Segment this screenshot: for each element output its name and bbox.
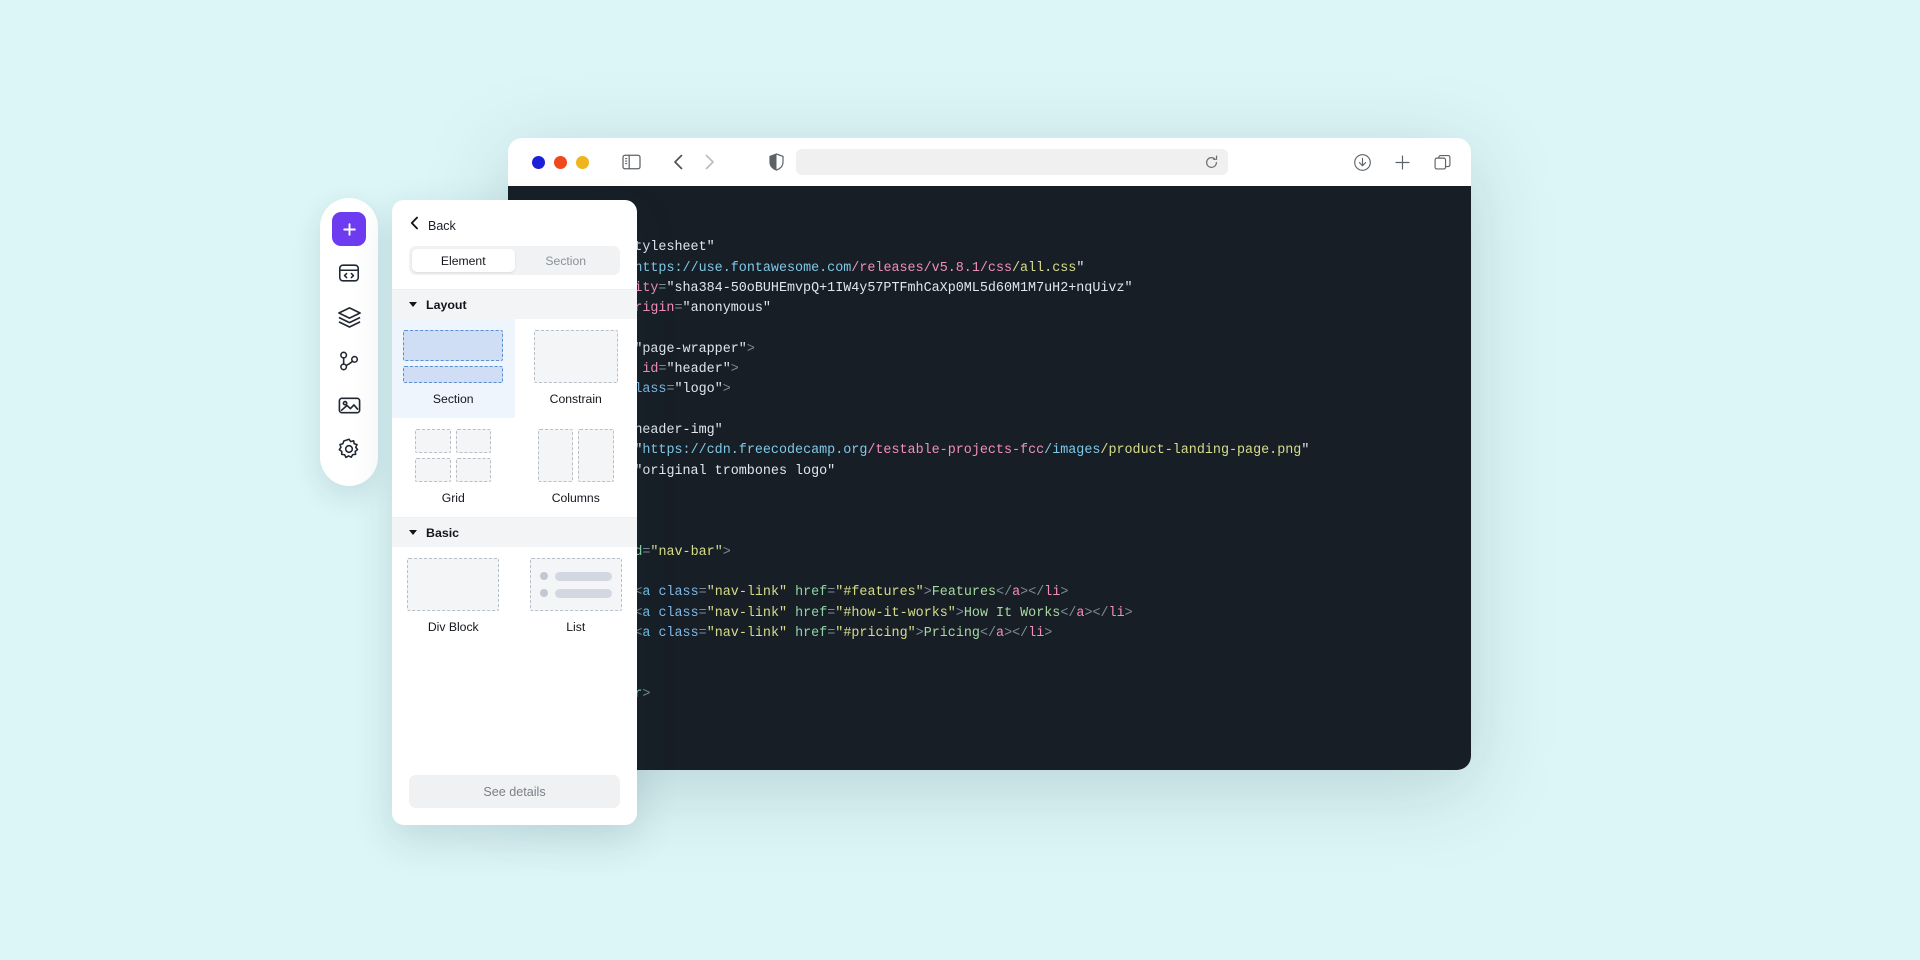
layout-tile-grid: Section Constrain Grid [392, 319, 637, 517]
sidebar-toggle-icon[interactable] [622, 154, 641, 170]
inspector-panel: Back Element Section Layout Section [392, 200, 637, 825]
image-icon[interactable] [332, 388, 366, 422]
tile-label: Grid [442, 491, 465, 505]
code-window-icon[interactable] [332, 256, 366, 290]
tile-list[interactable]: List [515, 547, 638, 646]
section-thumb-icon [403, 330, 503, 383]
tile-section[interactable]: Section [392, 319, 515, 418]
tile-label: Columns [552, 491, 600, 505]
code-line: 8 <header id="header"> [508, 362, 1471, 382]
code-line: 21 <li><a class="nav-link" href="#pricin… [508, 626, 1471, 646]
nodes-icon[interactable] [332, 344, 366, 378]
code-line: 17 <nav id="nav-bar"> [508, 545, 1471, 565]
code-scroll-area[interactable]: 1<link 2 rel="stylesheet" 3 href="https:… [508, 186, 1471, 770]
grid-thumb-icon [403, 429, 503, 482]
shield-icon[interactable] [769, 153, 784, 171]
tile-constrain[interactable]: Constrain [515, 319, 638, 418]
nav-back-icon[interactable] [672, 153, 685, 171]
code-line: 24 </header> [508, 687, 1471, 707]
window-minimize-button[interactable] [554, 156, 567, 169]
see-details-button[interactable]: See details [409, 775, 620, 808]
downloads-icon[interactable] [1353, 153, 1372, 172]
tab-element[interactable]: Element [412, 249, 515, 272]
code-line: 10 <img [508, 403, 1471, 423]
tile-label: List [566, 620, 585, 634]
basic-tile-grid: Div Block List [392, 547, 637, 646]
tile-label: Section [433, 392, 474, 406]
code-line: 6/> [508, 321, 1471, 341]
tile-grid[interactable]: Grid [392, 418, 515, 517]
code-line-content: <li><a class="nav-link" href="#features"… [570, 585, 1068, 600]
code-line: 16 [508, 524, 1471, 544]
window-close-button[interactable] [532, 156, 545, 169]
group-header-basic[interactable]: Basic [392, 517, 637, 547]
group-title-basic: Basic [426, 526, 459, 540]
url-bar[interactable] [796, 149, 1228, 175]
group-title-layout: Layout [426, 298, 467, 312]
browser-toolbar [508, 138, 1471, 186]
div-block-thumb-icon [403, 558, 503, 611]
code-line: 1<link [508, 220, 1471, 240]
code-line: 13 alt="original trombones logo" [508, 464, 1471, 484]
code-line: 14 /> [508, 484, 1471, 504]
window-traffic-lights [532, 156, 589, 169]
code-line: 2 rel="stylesheet" [508, 240, 1471, 260]
nav-forward-icon[interactable] [703, 153, 716, 171]
tab-section[interactable]: Section [515, 249, 618, 272]
code-line: 23 </nav> [508, 667, 1471, 687]
browser-window: 1<link 2 rel="stylesheet" 3 href="https:… [508, 138, 1471, 770]
add-element-icon[interactable] [332, 212, 366, 246]
app-root: 1<link 2 rel="stylesheet" 3 href="https:… [0, 0, 1920, 960]
code-line: 11 id="header-img" [508, 423, 1471, 443]
layers-icon[interactable] [332, 300, 366, 334]
code-line-content: integrity="sha384-50oBUHEmvpQ+1IW4y57PTF… [570, 281, 1133, 296]
window-zoom-button[interactable] [576, 156, 589, 169]
chevron-down-icon [409, 302, 417, 307]
see-details-wrap: See details [392, 762, 637, 825]
group-header-layout[interactable]: Layout [392, 289, 637, 319]
reload-icon[interactable] [1204, 155, 1219, 170]
tile-label: Div Block [428, 620, 479, 634]
code-line: 19 <li><a class="nav-link" href="#featur… [508, 585, 1471, 605]
back-button[interactable]: Back [392, 200, 637, 246]
tile-div-block[interactable]: Div Block [392, 547, 515, 646]
tool-rail [320, 198, 378, 486]
code-line-content: <li><a class="nav-link" href="#how-it-wo… [570, 606, 1133, 621]
code-line: 3 href="https://use.fontawesome.com/rele… [508, 261, 1471, 281]
code-line: 7<div id="page-wrapper"> [508, 342, 1471, 362]
tile-columns[interactable]: Columns [515, 418, 638, 517]
code-line: 18 <ul> [508, 565, 1471, 585]
gear-icon[interactable] [332, 432, 366, 466]
code-line: 5 crossorigin="anonymous" [508, 301, 1471, 321]
code-editor-panel: 1<link 2 rel="stylesheet" 3 href="https:… [508, 186, 1471, 770]
chevron-down-icon [409, 530, 417, 535]
code-line: 4 integrity="sha384-50oBUHEmvpQ+1IW4y57P… [508, 281, 1471, 301]
tile-label: Constrain [550, 392, 602, 406]
columns-thumb-icon [526, 429, 626, 482]
new-tab-icon[interactable] [1393, 153, 1412, 172]
chevron-left-icon [410, 216, 419, 235]
back-label: Back [428, 219, 456, 233]
code-line-content: src="https://cdn.freecodecamp.org/testab… [570, 443, 1309, 458]
code-line: 20 <li><a class="nav-link" href="#how-it… [508, 606, 1471, 626]
code-line: 15 </div> [508, 504, 1471, 524]
code-line-content: <li><a class="nav-link" href="#pricing">… [570, 626, 1052, 641]
tab-overview-icon[interactable] [1433, 153, 1452, 172]
code-line: 12 src="https://cdn.freecodecamp.org/tes… [508, 443, 1471, 463]
code-line: 22 </ul> [508, 646, 1471, 666]
element-section-tabs: Element Section [409, 246, 620, 275]
code-line-content: href="https://use.fontawesome.com/releas… [570, 261, 1084, 276]
constrain-thumb-icon [526, 330, 626, 383]
list-thumb-icon [526, 558, 626, 611]
code-line: 9 <div class="logo"> [508, 382, 1471, 402]
